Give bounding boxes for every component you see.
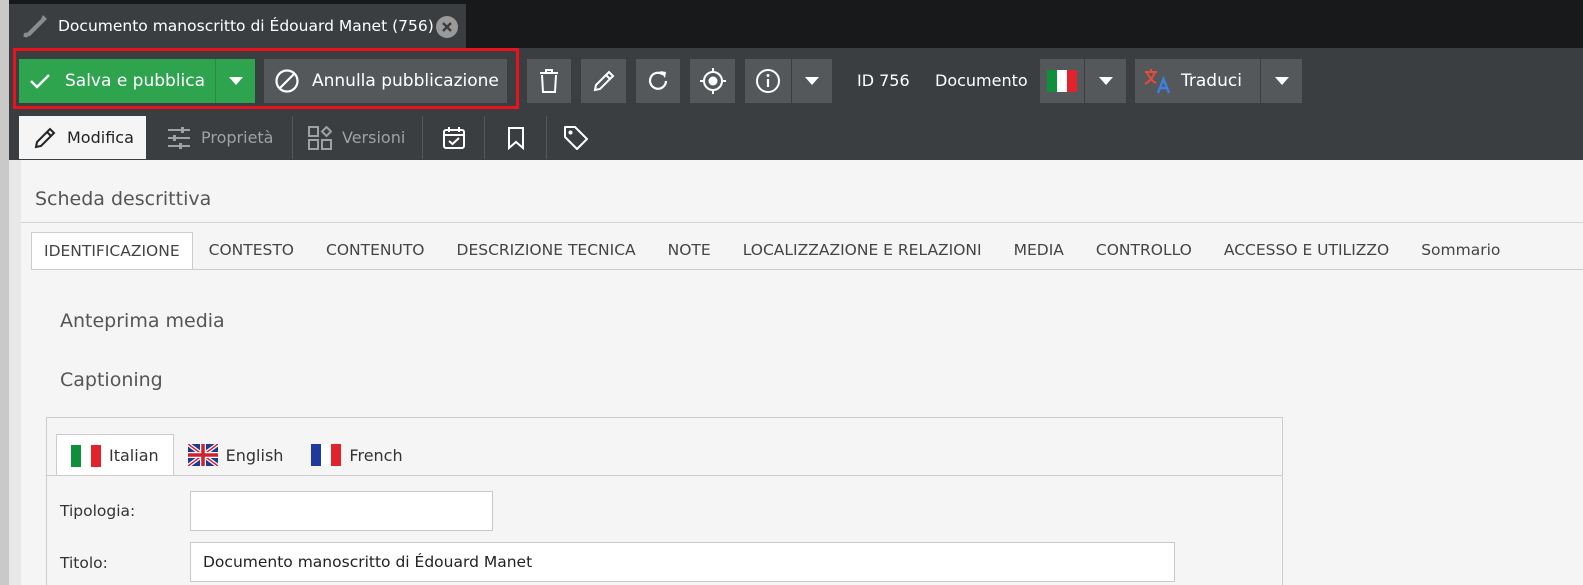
pen-icon bbox=[23, 15, 47, 38]
tab-edit-label: Modifica bbox=[67, 128, 134, 147]
tab-versions[interactable]: Versioni bbox=[293, 116, 423, 159]
tab-edit[interactable]: Modifica bbox=[19, 116, 146, 159]
translate-dropdown[interactable] bbox=[1261, 59, 1302, 103]
reload-button[interactable] bbox=[636, 59, 680, 103]
save-and-publish-button[interactable]: Salva e pubblica bbox=[19, 59, 215, 103]
italy-flag-icon bbox=[1047, 70, 1077, 92]
edit-button[interactable] bbox=[581, 59, 626, 103]
chevron-down-icon bbox=[805, 77, 819, 85]
document-tab-title: Documento manoscritto di Édouard Manet (… bbox=[58, 17, 434, 35]
close-icon[interactable] bbox=[436, 16, 458, 38]
section-title: Scheda descrittiva bbox=[35, 188, 212, 210]
toolbar: Salva e pubblica Annulla pubblicazione I… bbox=[9, 48, 1583, 160]
divider bbox=[47, 475, 1282, 476]
versions-icon bbox=[308, 125, 332, 150]
tab-language-italian[interactable]: Italian bbox=[56, 434, 174, 476]
tab-versions-label: Versioni bbox=[342, 128, 406, 147]
pencil-icon bbox=[593, 70, 614, 92]
tab-identificazione[interactable]: IDENTIFICAZIONE bbox=[31, 232, 193, 270]
language-tabs: Italian English French bbox=[56, 434, 417, 476]
locate-button[interactable] bbox=[690, 59, 735, 103]
tipologia-input[interactable] bbox=[190, 491, 493, 531]
captioning-title[interactable]: Captioning bbox=[60, 369, 163, 391]
unpublish-label: Annulla pubblicazione bbox=[312, 71, 499, 91]
tab-controllo[interactable]: CONTROLLO bbox=[1080, 232, 1208, 270]
tab-properties-label: Proprietà bbox=[201, 128, 274, 147]
save-and-publish-label: Salva e pubblica bbox=[65, 71, 206, 91]
delete-button[interactable] bbox=[527, 59, 571, 103]
chevron-down-icon bbox=[1274, 77, 1289, 85]
form-tabs: IDENTIFICAZIONE CONTESTO CONTENUTO DESCR… bbox=[31, 232, 1516, 270]
titolo-label: Titolo: bbox=[60, 554, 108, 572]
media-preview-title[interactable]: Anteprima media bbox=[60, 310, 225, 332]
language-button[interactable] bbox=[1040, 59, 1084, 103]
pencil-icon bbox=[34, 127, 56, 148]
crosshair-icon bbox=[699, 68, 726, 94]
calendar-check-icon bbox=[442, 126, 465, 149]
info-button[interactable] bbox=[745, 59, 791, 103]
translate-button[interactable]: Traduci bbox=[1135, 59, 1260, 103]
element-type: Documento bbox=[935, 71, 1028, 90]
check-icon bbox=[30, 74, 50, 89]
tag-icon bbox=[564, 125, 588, 150]
chevron-down-icon bbox=[1098, 77, 1113, 85]
italy-flag-icon bbox=[71, 444, 101, 467]
france-flag-icon bbox=[311, 444, 342, 466]
trash-icon bbox=[540, 69, 558, 93]
divider bbox=[31, 269, 1583, 270]
info-dropdown[interactable] bbox=[792, 59, 832, 103]
tab-properties[interactable]: Proprietà bbox=[146, 116, 293, 159]
publish-options-dropdown[interactable] bbox=[215, 59, 255, 103]
content-area: Scheda descrittiva IDENTIFICAZIONE CONTE… bbox=[21, 160, 1583, 585]
tab-language-english[interactable]: English bbox=[174, 434, 298, 476]
info-icon bbox=[756, 69, 780, 93]
tab-schedule[interactable] bbox=[423, 116, 485, 159]
tab-descrizione-tecnica[interactable]: DESCRIZIONE TECNICA bbox=[441, 232, 652, 270]
tab-note[interactable]: NOTE bbox=[652, 232, 727, 270]
divider bbox=[21, 222, 1583, 223]
translate-icon bbox=[1144, 69, 1171, 94]
left-edge-strip bbox=[0, 0, 9, 585]
tab-contenuto[interactable]: CONTENUTO bbox=[310, 232, 441, 270]
reload-icon bbox=[648, 71, 668, 90]
tab-language-label: French bbox=[349, 445, 403, 465]
captioning-panel: Italian English French Tipologia: Titolo… bbox=[46, 417, 1283, 585]
tab-language-french[interactable]: French bbox=[297, 434, 416, 476]
translate-label: Traduci bbox=[1181, 71, 1242, 91]
sliders-icon bbox=[168, 126, 190, 149]
uk-flag-icon bbox=[187, 444, 218, 466]
tab-bookmark[interactable] bbox=[485, 116, 547, 159]
element-id: ID 756 bbox=[857, 71, 910, 90]
document-tab[interactable]: Documento manoscritto di Édouard Manet (… bbox=[9, 4, 466, 48]
tipologia-label: Tipologia: bbox=[60, 502, 136, 520]
bookmark-icon bbox=[507, 126, 524, 150]
tab-localizzazione-e-relazioni[interactable]: LOCALIZZAZIONE E RELAZIONI bbox=[727, 232, 998, 270]
tab-accesso-e-utilizzo[interactable]: ACCESSO E UTILIZZO bbox=[1208, 232, 1405, 270]
tab-sommario[interactable]: Sommario bbox=[1405, 232, 1516, 270]
tab-language-label: English bbox=[225, 445, 284, 465]
tab-media[interactable]: MEDIA bbox=[998, 232, 1080, 270]
chevron-down-icon bbox=[228, 77, 243, 85]
tab-tags[interactable] bbox=[547, 116, 605, 159]
titolo-input[interactable] bbox=[190, 542, 1175, 582]
language-dropdown[interactable] bbox=[1085, 59, 1126, 103]
unpublish-button[interactable]: Annulla pubblicazione bbox=[264, 59, 507, 103]
tab-contesto[interactable]: CONTESTO bbox=[193, 232, 310, 270]
ban-icon bbox=[275, 69, 299, 93]
tab-language-label: Italian bbox=[109, 446, 159, 465]
